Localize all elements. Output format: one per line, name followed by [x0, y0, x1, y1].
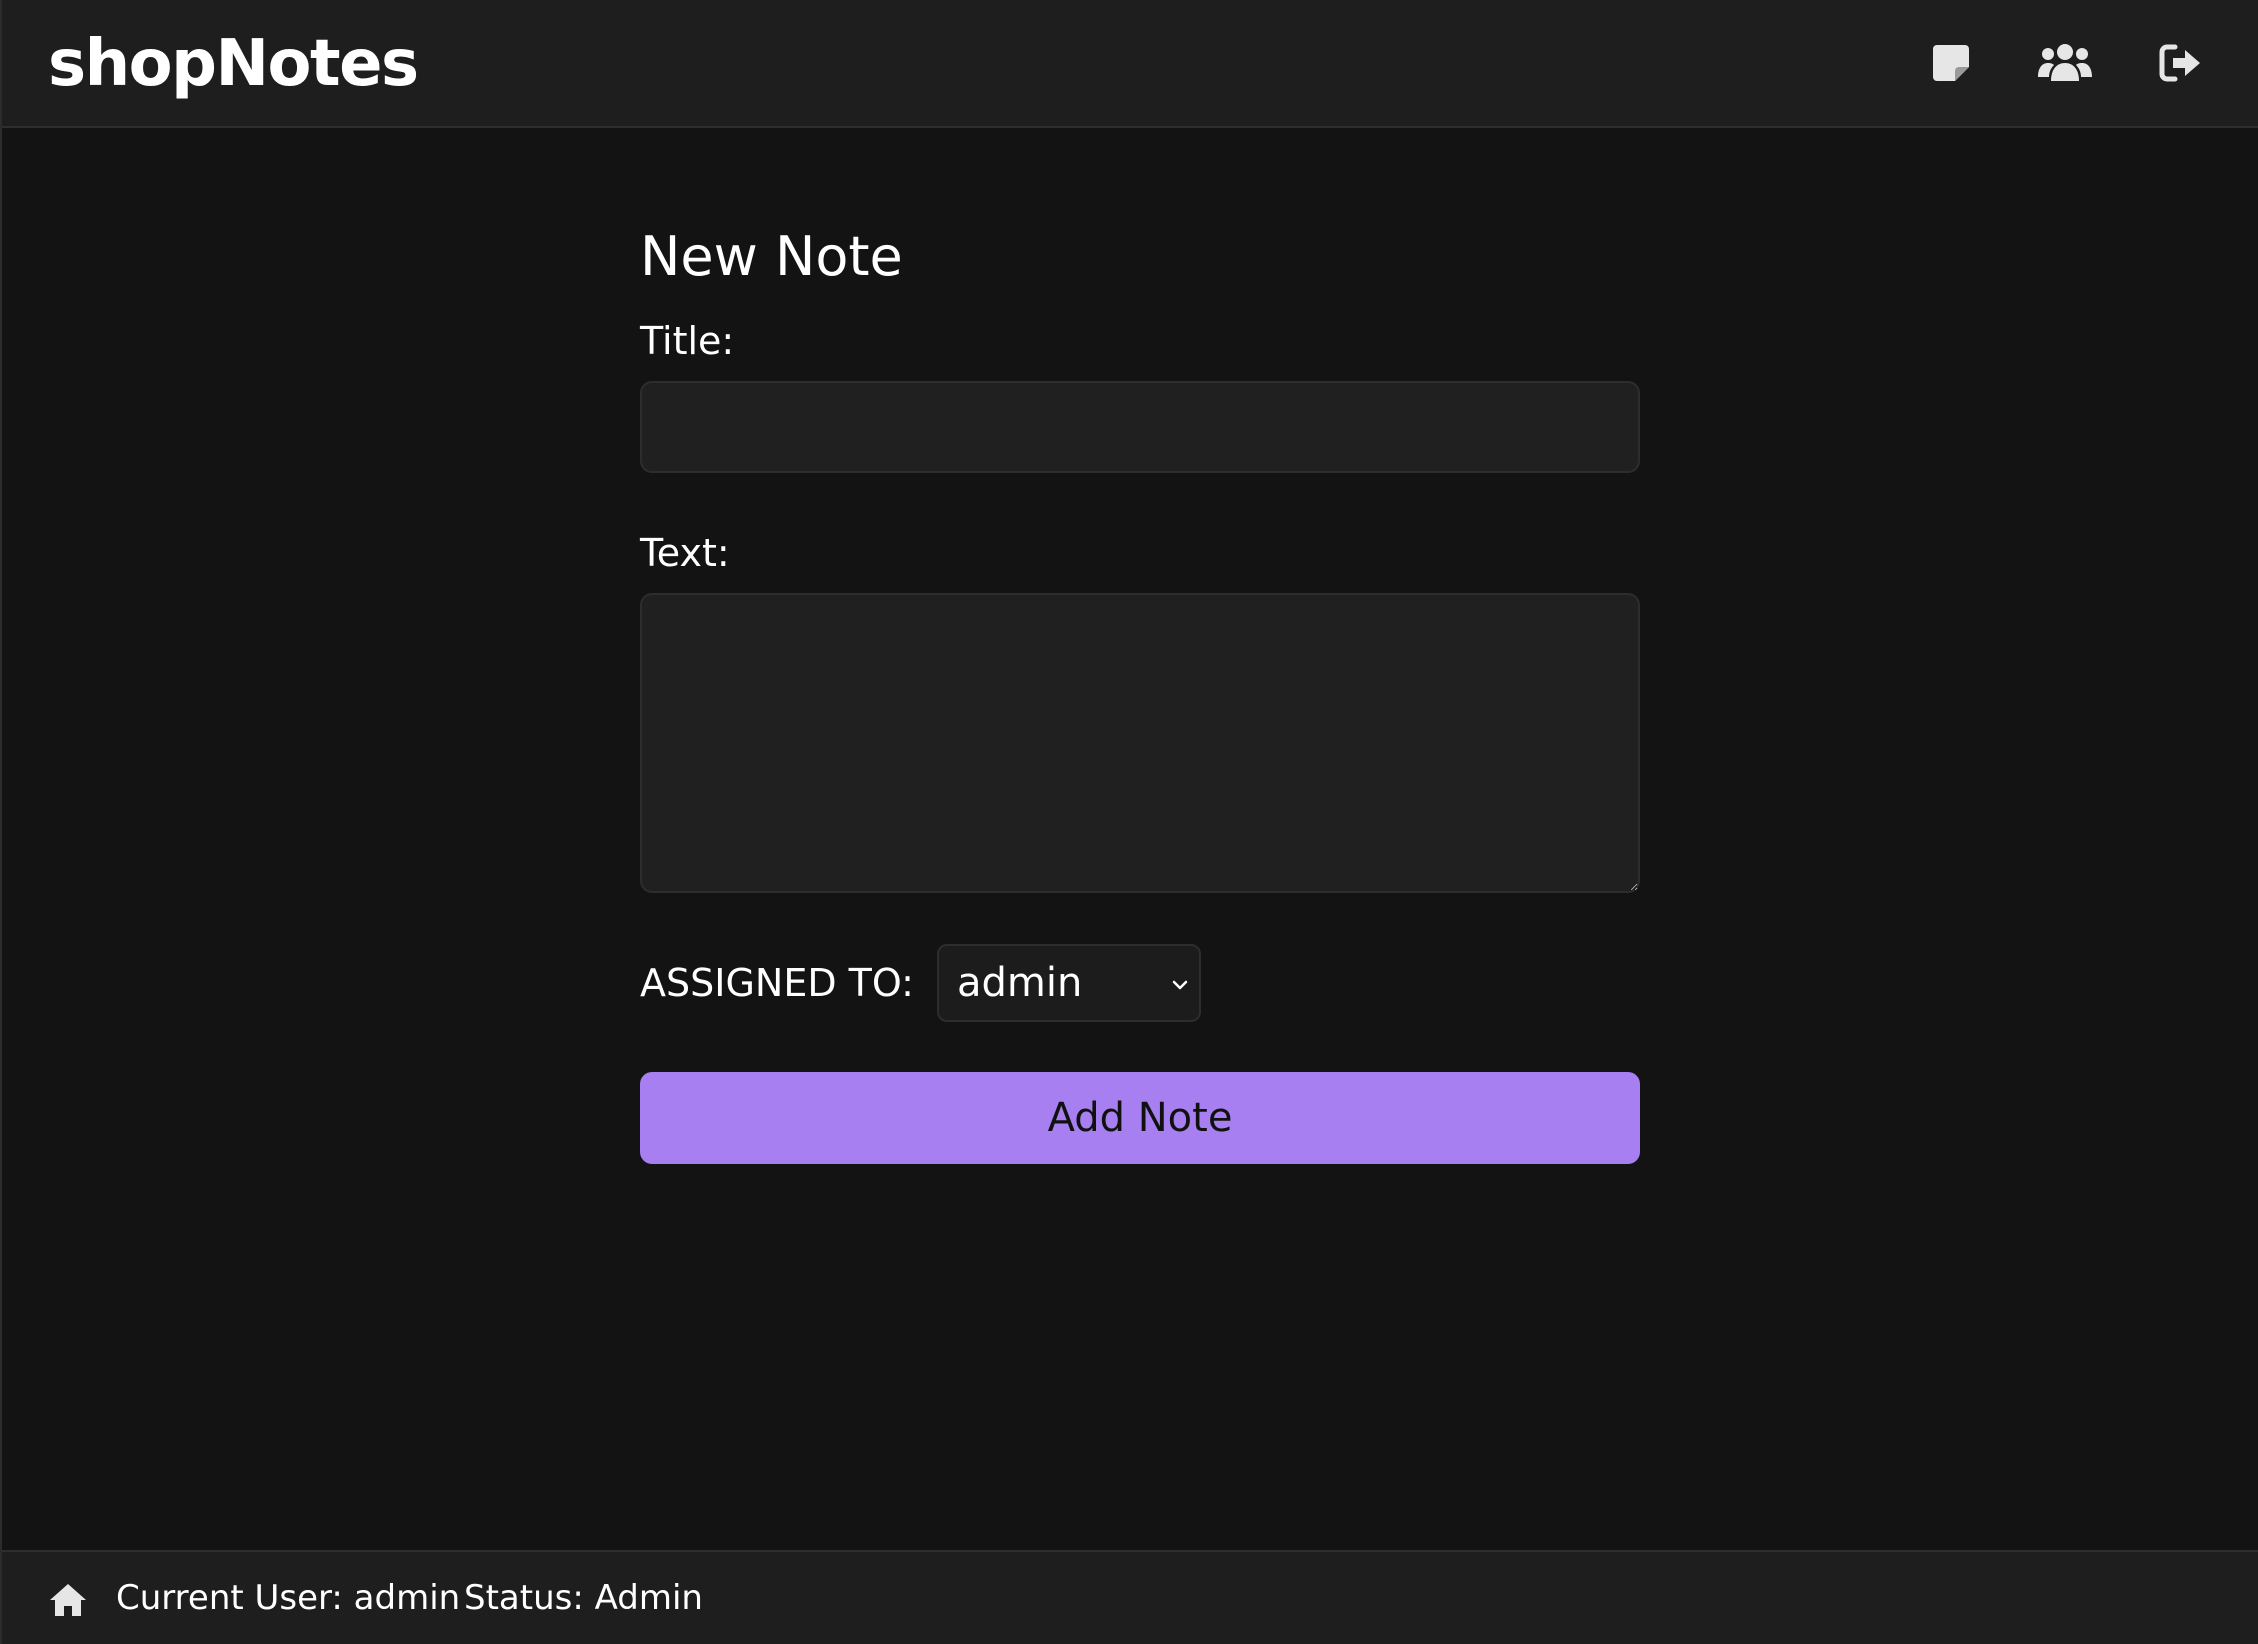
assigned-to-value: admin: [957, 960, 1083, 1006]
top-header: shopNotes: [2, 0, 2258, 128]
assigned-to-select[interactable]: admin: [937, 944, 1201, 1022]
footer: Current User: admin Status: Admin: [2, 1550, 2258, 1644]
title-input[interactable]: [640, 381, 1640, 473]
page-title: New Note: [640, 225, 903, 288]
app: shopNotes New Note Title: Text: ASSIGNED…: [0, 0, 2258, 1644]
text-label: Text:: [640, 531, 730, 575]
status-text: Status: Admin: [464, 1578, 703, 1618]
users-icon[interactable]: [2038, 36, 2092, 90]
note-add-icon[interactable]: [1924, 36, 1978, 90]
current-user-text: Current User: admin: [116, 1578, 461, 1618]
logout-icon[interactable]: [2154, 36, 2208, 90]
text-textarea[interactable]: [640, 593, 1640, 893]
add-note-button[interactable]: Add Note: [640, 1072, 1640, 1164]
home-icon[interactable]: [48, 1582, 88, 1618]
assigned-to-label: ASSIGNED TO:: [640, 961, 914, 1005]
brand-logo[interactable]: shopNotes: [48, 24, 419, 104]
chevron-down-icon: [1172, 980, 1188, 990]
title-label: Title:: [640, 319, 735, 363]
add-note-button-label: Add Note: [1047, 1095, 1233, 1141]
